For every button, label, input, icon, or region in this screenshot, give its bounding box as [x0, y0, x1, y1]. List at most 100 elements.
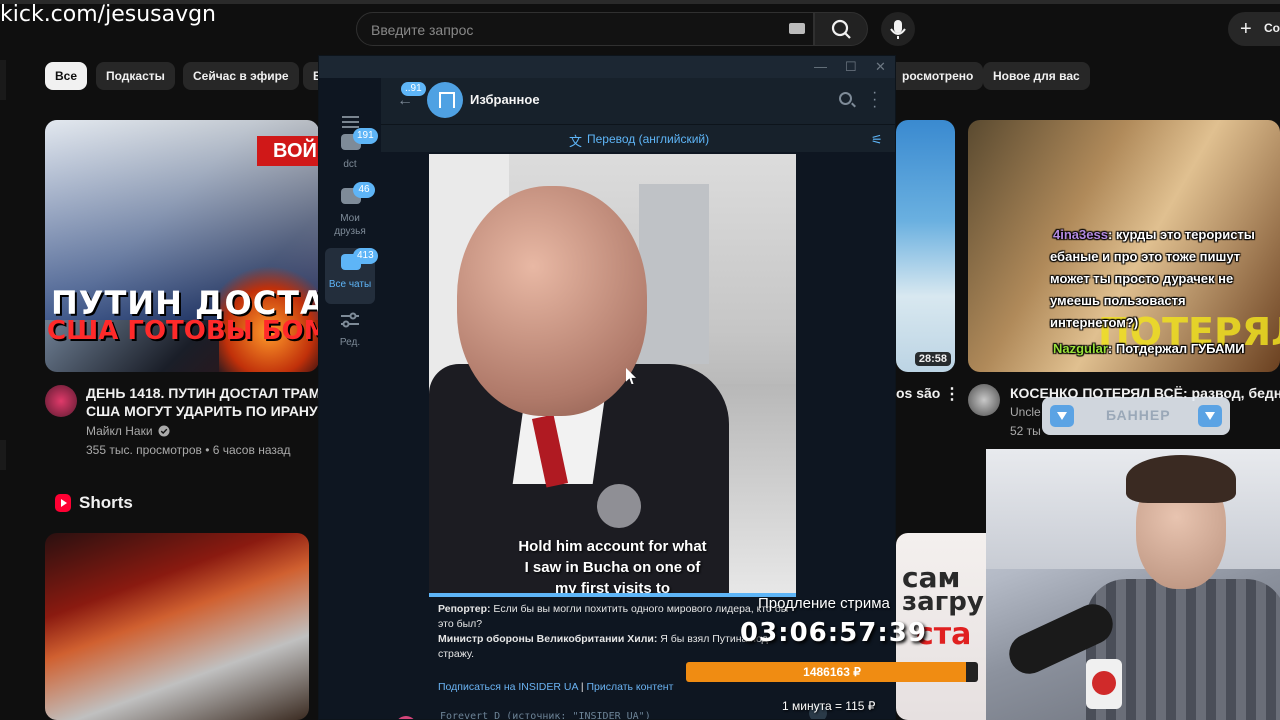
youtube-search-input[interactable]: [371, 20, 771, 40]
send-content-link[interactable]: Прислать контент: [586, 681, 673, 693]
keyboard-icon[interactable]: [789, 23, 805, 34]
chip-new-for-you[interactable]: Новое для вас: [983, 62, 1090, 90]
translate-icon: 文: [569, 134, 583, 149]
folder-dct[interactable]: 191 dct: [325, 128, 378, 184]
streamer-webcam: [986, 449, 1280, 720]
translate-label[interactable]: Перевод (английский): [587, 132, 709, 146]
video-thumbnail-1[interactable]: ВОЙ ПУТИН ДОСТАЛ США ГОТОВЫ БОМ: [45, 120, 319, 372]
bookmark-icon[interactable]: [427, 82, 463, 118]
video-face: [457, 186, 647, 416]
thumbnail-tag: ВОЙ: [257, 136, 319, 166]
folder-friends[interactable]: 46 Мои друзья: [325, 182, 375, 238]
folder-edit[interactable]: Ред.: [325, 306, 375, 362]
shorts-title: Shorts: [79, 493, 133, 512]
youtube-search-box[interactable]: [356, 12, 814, 46]
chat-title[interactable]: Избранное: [470, 92, 540, 107]
folder-label: Все чаты: [328, 279, 372, 290]
minister-label: Министр обороны Великобритании Хили:: [438, 633, 658, 645]
video-microphone: [597, 484, 641, 528]
unread-badge: 46: [353, 182, 375, 198]
translate-bar[interactable]: 文 Перевод (английский) ⚟: [381, 124, 895, 152]
minimize-button[interactable]: —: [814, 59, 827, 74]
video-thumbnail-2[interactable]: 28:58: [896, 120, 955, 372]
search-icon: [831, 19, 851, 39]
subathon-rate: 1 минута = 115 ₽: [782, 699, 876, 713]
stream-chat-message-1: 4ina3ess: курды это терористы: [1053, 224, 1255, 246]
duration-badge: 28:58: [914, 352, 951, 366]
translate-settings-icon[interactable]: ⚟: [871, 132, 883, 148]
stream-watermark: kick.com/jesusavgn: [0, 2, 217, 27]
video-progress-bar[interactable]: [429, 593, 796, 597]
short-thumbnail-1[interactable]: [45, 533, 309, 720]
chat-username: 4ina3ess: [1053, 227, 1108, 242]
unread-badge: 191: [353, 128, 378, 144]
subtitle-line-2: I saw in Bucha on one of: [524, 559, 701, 576]
message-links: Подписаться на INSIDER UA | Прислать кон…: [438, 681, 673, 693]
create-label: Со: [1264, 21, 1280, 35]
chip-live[interactable]: Сейчас в эфире: [183, 62, 299, 90]
maximize-button[interactable]: ☐: [845, 59, 857, 75]
create-button[interactable]: + Со: [1228, 12, 1280, 46]
folder-label: Ред.: [339, 337, 361, 348]
chip-watched[interactable]: росмотрено: [892, 62, 984, 90]
stream-chat-message-1-line-2: ебаные и про это тоже пишут: [1050, 249, 1241, 264]
folder-label: Мои друзья: [334, 213, 366, 237]
verified-icon: [158, 425, 170, 437]
webcam-hair: [1126, 455, 1236, 503]
video-title-line-2[interactable]: США МОГУТ УДАРИТЬ ПО ИРАНУ/ О: [86, 401, 336, 421]
channel-name[interactable]: Майкл Наки: [86, 424, 153, 438]
shorts-icon: [55, 494, 71, 512]
video-progress-fill: [429, 593, 796, 597]
folder-sidebar: 191 dct 46 Мои друзья 413 Все чаты Ред.: [319, 78, 381, 719]
down-arrow-icon: [1050, 405, 1074, 427]
subathon-title: Продление стрима: [758, 595, 890, 612]
thumbnail-caption-2: США ГОТОВЫ БОМ: [47, 316, 319, 346]
donation-bar: 1486163 ₽: [686, 662, 978, 682]
video-message[interactable]: Hold him account for what I saw in Bucha…: [429, 154, 796, 596]
chat-header: ← ..91 Избранное · · ·: [381, 78, 895, 124]
video-subtitle: Hold him account for what I saw in Bucha…: [429, 536, 796, 596]
search-button[interactable]: [814, 12, 868, 46]
banner-overlay: БАННЕР: [1042, 397, 1230, 435]
microphone-icon: [890, 20, 906, 39]
stream-chat-message-2: Nazgular: Потдержал ГУБАМИ: [1053, 338, 1245, 360]
chat-username: Nazgular: [1053, 341, 1108, 356]
video-stats-3: 52 ты: [1010, 424, 1041, 438]
folder-label: dct: [343, 159, 357, 170]
sidebar-edge: [0, 60, 6, 100]
sliders-icon: [341, 312, 359, 328]
chat-text: : Потдержал ГУБАМИ: [1107, 341, 1245, 356]
video-stats: 355 тыс. просмотров • 6 часов назад: [86, 443, 291, 457]
voice-search-button[interactable]: [881, 12, 915, 46]
banner-label: БАННЕР: [1106, 407, 1171, 423]
reporter-label: Репортер:: [438, 603, 491, 615]
sidebar-edge-2: [0, 440, 6, 470]
more-options-icon[interactable]: · · ·: [872, 85, 877, 115]
message-footer: Forevert D (источник: "INSIDER UA"): [440, 711, 651, 720]
unread-badge: 413: [353, 248, 378, 264]
video-title-line-1[interactable]: ДЕНЬ 1418. ПУТИН ДОСТАЛ ТРАМП: [86, 383, 330, 403]
search-icon[interactable]: [839, 92, 852, 105]
short-caption-2: загру: [902, 587, 984, 617]
more-options-icon[interactable]: ⋮: [944, 384, 960, 404]
close-button[interactable]: ✕: [875, 59, 886, 75]
video-title-2[interactable]: os são: [896, 383, 940, 403]
channel-avatar[interactable]: [45, 385, 77, 417]
reporter-text: Если бы вы могли похитить одного мировог…: [438, 603, 789, 630]
channel-name-3[interactable]: Uncle: [1010, 405, 1041, 419]
chip-all[interactable]: Все: [45, 62, 88, 90]
window-titlebar: — ☐ ✕: [319, 56, 895, 78]
stream-chat-message-1-line-4: умеешь пользовастя: [1050, 293, 1186, 308]
chip-podcasts[interactable]: Подкасты: [96, 62, 175, 90]
plus-icon: +: [1240, 18, 1252, 40]
back-unread-badge: ..91: [401, 82, 426, 96]
channel-avatar-3[interactable]: [968, 384, 1000, 416]
chat-text: : курды это терористы: [1107, 227, 1255, 242]
stream-chat-message-1-line-5: интернетом?): [1050, 315, 1139, 330]
menu-icon[interactable]: [342, 116, 359, 128]
folder-all-chats[interactable]: 413 Все чаты: [325, 248, 378, 304]
subscribe-link[interactable]: Подписаться на INSIDER UA: [438, 681, 578, 693]
video-building-right: [639, 184, 709, 364]
stream-chat-message-1-line-3: может ты просто дурачек не: [1050, 271, 1234, 286]
subtitle-line-1: Hold him account for what: [518, 538, 707, 555]
